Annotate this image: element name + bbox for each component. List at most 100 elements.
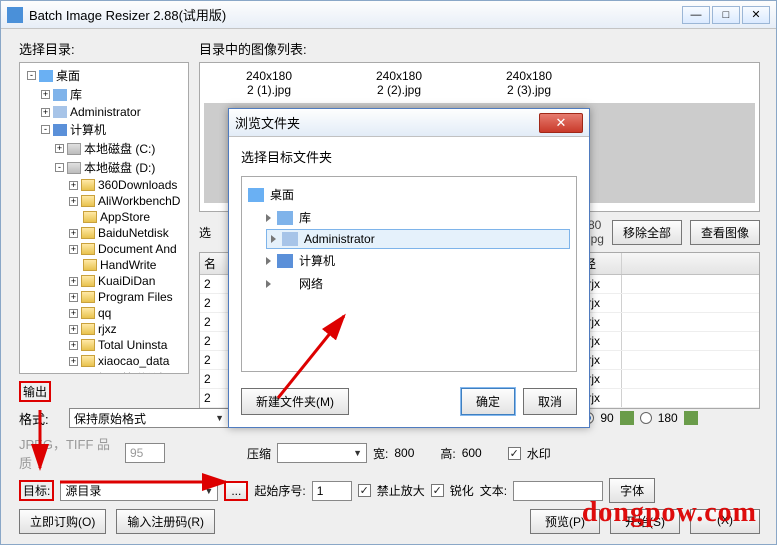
network-icon <box>277 277 293 291</box>
tree-item[interactable]: + Administrator <box>20 104 188 120</box>
jpeg-label: JPEG，TIFF 品质 <box>19 434 119 472</box>
tree-item[interactable]: AppStore <box>20 209 188 225</box>
tree-item-label: 好用快递单打印 <box>98 370 182 374</box>
expand-tri-icon[interactable] <box>271 235 276 243</box>
target-value: 源目录 <box>65 482 101 499</box>
expand-tri-icon[interactable] <box>266 214 271 222</box>
enter-reg-button[interactable]: 输入注册码(R) <box>116 509 215 534</box>
no-enlarge-checkbox[interactable] <box>358 484 371 497</box>
tree-item-label: 计算机 <box>70 121 106 138</box>
tree-item-label: 本地磁盘 (D:) <box>84 159 155 176</box>
expand-icon[interactable]: + <box>55 144 64 153</box>
browse-button[interactable]: ... <box>224 481 248 501</box>
expand-icon[interactable]: + <box>69 325 78 334</box>
thumb-list-label: 目录中的图像列表: <box>199 39 760 58</box>
folder-icon <box>81 227 95 239</box>
tree-item[interactable]: +360Downloads <box>20 177 188 193</box>
watermark-label: 水印 <box>527 445 551 462</box>
folder-icon <box>81 355 95 367</box>
modal-tree-item[interactable]: 桌面 <box>248 183 570 206</box>
ok-button[interactable]: 确定 <box>461 388 515 415</box>
folder-icon <box>83 259 97 271</box>
tree-item[interactable]: +rjxz <box>20 321 188 337</box>
close-button[interactable]: ✕ <box>742 6 770 24</box>
format-combo[interactable]: 保持原始格式▼ <box>69 408 229 428</box>
tree-item[interactable]: +KuaiDiDan <box>20 273 188 289</box>
view-image-button[interactable]: 查看图像 <box>690 220 760 245</box>
maximize-button[interactable]: □ <box>712 6 740 24</box>
format-label: 格式: <box>19 409 63 428</box>
expand-icon[interactable]: + <box>69 341 78 350</box>
tree-item[interactable]: - 计算机 <box>20 120 188 139</box>
tree-item[interactable]: +Total Uninsta <box>20 337 188 353</box>
modal-item-label: 计算机 <box>299 252 335 269</box>
expand-icon[interactable]: + <box>69 277 78 286</box>
tree-item-label: 桌面 <box>56 67 80 84</box>
start-seq-input[interactable] <box>312 481 352 501</box>
tree-item-label: 本地磁盘 (C:) <box>84 140 155 157</box>
desktop-icon <box>39 70 53 82</box>
modal-folder-tree[interactable]: 桌面库Administrator 计算机网络 <box>241 176 577 372</box>
order-now-button[interactable]: 立即订购(O) <box>19 509 106 534</box>
tree-item[interactable]: +BaiduNetdisk <box>20 225 188 241</box>
thumbnail-item[interactable]: 240x1802 (3).jpg <box>464 67 594 99</box>
tree-item[interactable]: +AliWorkbenchD <box>20 193 188 209</box>
expand-icon[interactable]: + <box>41 108 50 117</box>
directory-tree[interactable]: -桌面+库+Administrator-计算机+本地磁盘 (C:)-本地磁盘 (… <box>19 62 189 374</box>
modal-tree-item[interactable]: 库 <box>266 206 570 229</box>
tree-item-label: Administrator <box>70 105 141 119</box>
tree-item-label: 360Downloads <box>98 178 177 192</box>
modal-item-label: 桌面 <box>270 186 294 203</box>
expand-icon[interactable]: + <box>69 197 78 206</box>
compress-combo[interactable]: ▼ <box>277 443 367 463</box>
expand-icon[interactable]: - <box>41 125 50 134</box>
width-label: 宽: <box>373 445 388 462</box>
thumbnail-item[interactable]: 240x1802 (2).jpg <box>334 67 464 99</box>
remove-all-button[interactable]: 移除全部 <box>612 220 682 245</box>
sharpen-checkbox[interactable] <box>431 484 444 497</box>
target-combo[interactable]: 源目录▼ <box>60 481 218 501</box>
expand-icon[interactable]: + <box>41 90 50 99</box>
rot-180-label: 180 <box>658 411 678 425</box>
tree-item[interactable]: +Program Files <box>20 289 188 305</box>
tree-item[interactable]: +好用快递单打印 <box>20 369 188 374</box>
tree-item[interactable]: +xiaocao_data <box>20 353 188 369</box>
cancel-button[interactable]: 取消 <box>523 388 577 415</box>
expand-tri-icon[interactable] <box>266 280 271 288</box>
start-seq-label: 起始序号: <box>254 482 305 499</box>
height-label: 高: <box>440 445 455 462</box>
tree-item[interactable]: - 桌面 <box>20 66 188 85</box>
expand-icon[interactable]: + <box>69 309 78 318</box>
rot-180-radio[interactable] <box>640 412 652 424</box>
watermark-checkbox[interactable] <box>508 447 521 460</box>
expand-icon[interactable]: + <box>69 357 78 366</box>
modal-tree-item[interactable]: 计算机 <box>266 249 570 272</box>
new-folder-button[interactable]: 新建文件夹(M) <box>241 388 349 415</box>
expand-icon[interactable]: + <box>69 293 78 302</box>
expand-icon[interactable]: + <box>69 229 78 238</box>
width-value: 800 <box>394 446 434 460</box>
tree-item[interactable]: +Document And <box>20 241 188 257</box>
expand-icon[interactable]: - <box>55 163 64 172</box>
modal-title: 浏览文件夹 <box>235 113 300 132</box>
jpeg-quality-input[interactable] <box>125 443 165 463</box>
tree-item[interactable]: - 本地磁盘 (D:) <box>20 158 188 177</box>
minimize-button[interactable]: — <box>682 6 710 24</box>
target-label: 目标: <box>19 480 54 501</box>
modal-tree-item[interactable]: Administrator <box>266 229 570 249</box>
tree-item[interactable]: HandWrite <box>20 257 188 273</box>
desktop-icon <box>248 188 264 202</box>
tree-item[interactable]: +qq <box>20 305 188 321</box>
drive-icon <box>67 143 81 155</box>
expand-tri-icon[interactable] <box>266 257 271 265</box>
expand-icon[interactable]: + <box>69 181 78 190</box>
thumbnail-item[interactable]: 240x1802 (1).jpg <box>204 67 334 99</box>
modal-close-button[interactable]: ✕ <box>539 113 583 133</box>
tree-item[interactable]: +库 <box>20 85 188 104</box>
tree-item[interactable]: + 本地磁盘 (C:) <box>20 139 188 158</box>
expand-icon[interactable]: - <box>27 71 36 80</box>
expand-icon[interactable]: + <box>69 245 78 254</box>
drive-icon <box>67 162 81 174</box>
modal-tree-item[interactable]: 网络 <box>266 272 570 295</box>
folder-icon <box>83 211 97 223</box>
